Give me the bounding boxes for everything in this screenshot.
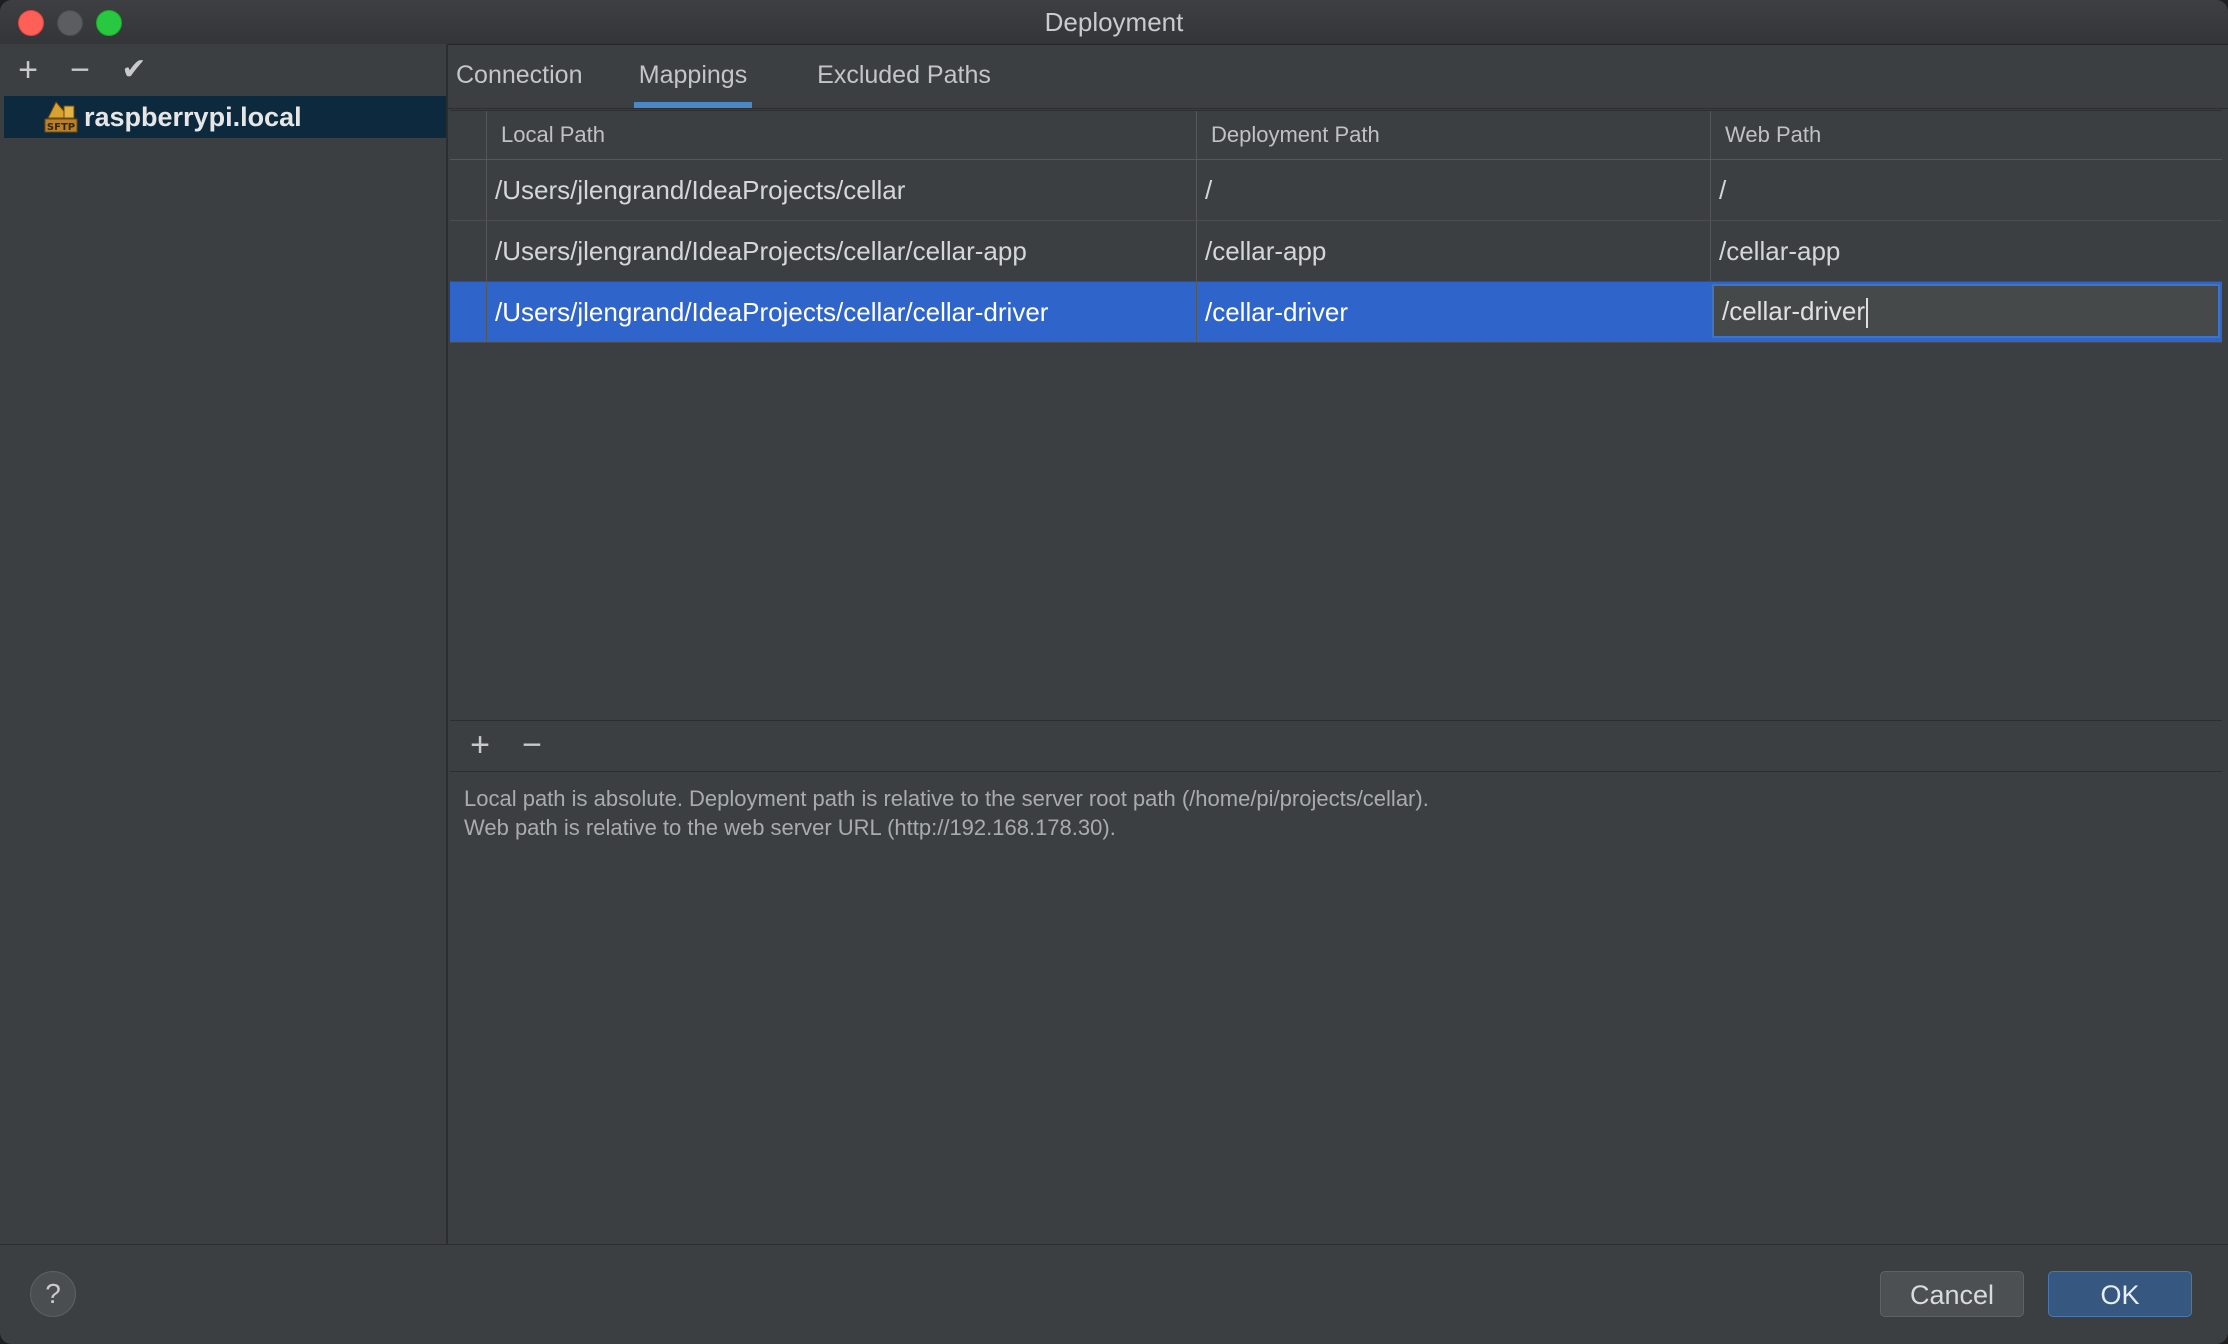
hint-line-web-path: Web path is relative to the web server U… [464, 815, 1116, 840]
mappings-table: Local Path Deployment Path Web Path /Use… [450, 110, 2222, 721]
web-path-cell[interactable]: /cellar-app [1710, 221, 2222, 281]
column-header-deployment-path[interactable]: Deployment Path [1196, 111, 1710, 159]
local-path-cell[interactable]: /Users/jlengrand/IdeaProjects/cellar [486, 160, 1196, 220]
table-row-selected[interactable]: /Users/jlengrand/IdeaProjects/cellar/cel… [450, 282, 2222, 343]
remove-mapping-button[interactable]: − [512, 725, 552, 765]
table-row[interactable]: /Users/jlengrand/IdeaProjects/cellar / / [450, 160, 2222, 221]
server-item-raspberrypi[interactable]: SFTP raspberrypi.local [4, 96, 446, 138]
table-row[interactable]: /Users/jlengrand/IdeaProjects/cellar/cel… [450, 221, 2222, 282]
server-list-toolbar: + − ✔ [0, 44, 446, 94]
window-title: Deployment [1044, 7, 1184, 37]
table-header: Local Path Deployment Path Web Path [450, 111, 2222, 160]
sftp-icon: SFTP [44, 101, 78, 133]
add-server-button[interactable]: + [8, 50, 48, 90]
set-default-server-button[interactable]: ✔ [114, 50, 154, 90]
tab-excluded-paths[interactable]: Excluded Paths [812, 44, 996, 108]
mapping-hint: Local path is absolute. Deployment path … [464, 784, 1429, 842]
web-path-cell[interactable]: / [1710, 160, 2222, 220]
add-mapping-button[interactable]: + [460, 725, 500, 765]
text-caret [1866, 298, 1869, 329]
remove-server-button[interactable]: − [60, 50, 100, 90]
local-path-cell[interactable]: /Users/jlengrand/IdeaProjects/cellar/cel… [486, 221, 1196, 281]
cancel-button[interactable]: Cancel [1880, 1271, 2024, 1317]
tab-bar: Connection Mappings Excluded Paths [448, 44, 2228, 109]
mappings-toolbar: + − [450, 720, 2222, 772]
dialog-footer: ? Cancel OK [0, 1244, 2228, 1344]
tab-connection[interactable]: Connection [456, 44, 582, 108]
tab-mappings[interactable]: Mappings [634, 44, 752, 108]
column-header-local-path[interactable]: Local Path [486, 111, 1196, 159]
help-button[interactable]: ? [30, 1271, 76, 1317]
server-name: raspberrypi.local [84, 102, 302, 132]
ok-button[interactable]: OK [2048, 1271, 2192, 1317]
web-path-edit-value: /cellar-driver [1722, 296, 1866, 326]
web-path-edit-field[interactable]: /cellar-driver [1712, 284, 2220, 338]
deployment-dialog: Deployment + − ✔ SFTP raspberrypi.local … [0, 0, 2228, 1344]
column-header-web-path[interactable]: Web Path [1710, 111, 2222, 159]
deployment-path-cell[interactable]: / [1196, 160, 1710, 220]
local-path-cell[interactable]: /Users/jlengrand/IdeaProjects/cellar/cel… [486, 282, 1196, 342]
title-bar: Deployment [0, 0, 2228, 45]
deployment-path-cell[interactable]: /cellar-app [1196, 221, 1710, 281]
hint-line-local-path: Local path is absolute. Deployment path … [464, 786, 1429, 811]
server-list-panel: + − ✔ SFTP raspberrypi.local [0, 44, 448, 1244]
main-panel: Connection Mappings Excluded Paths Local… [448, 44, 2228, 1244]
svg-text:SFTP: SFTP [47, 122, 75, 133]
deployment-path-cell[interactable]: /cellar-driver [1196, 282, 1710, 342]
